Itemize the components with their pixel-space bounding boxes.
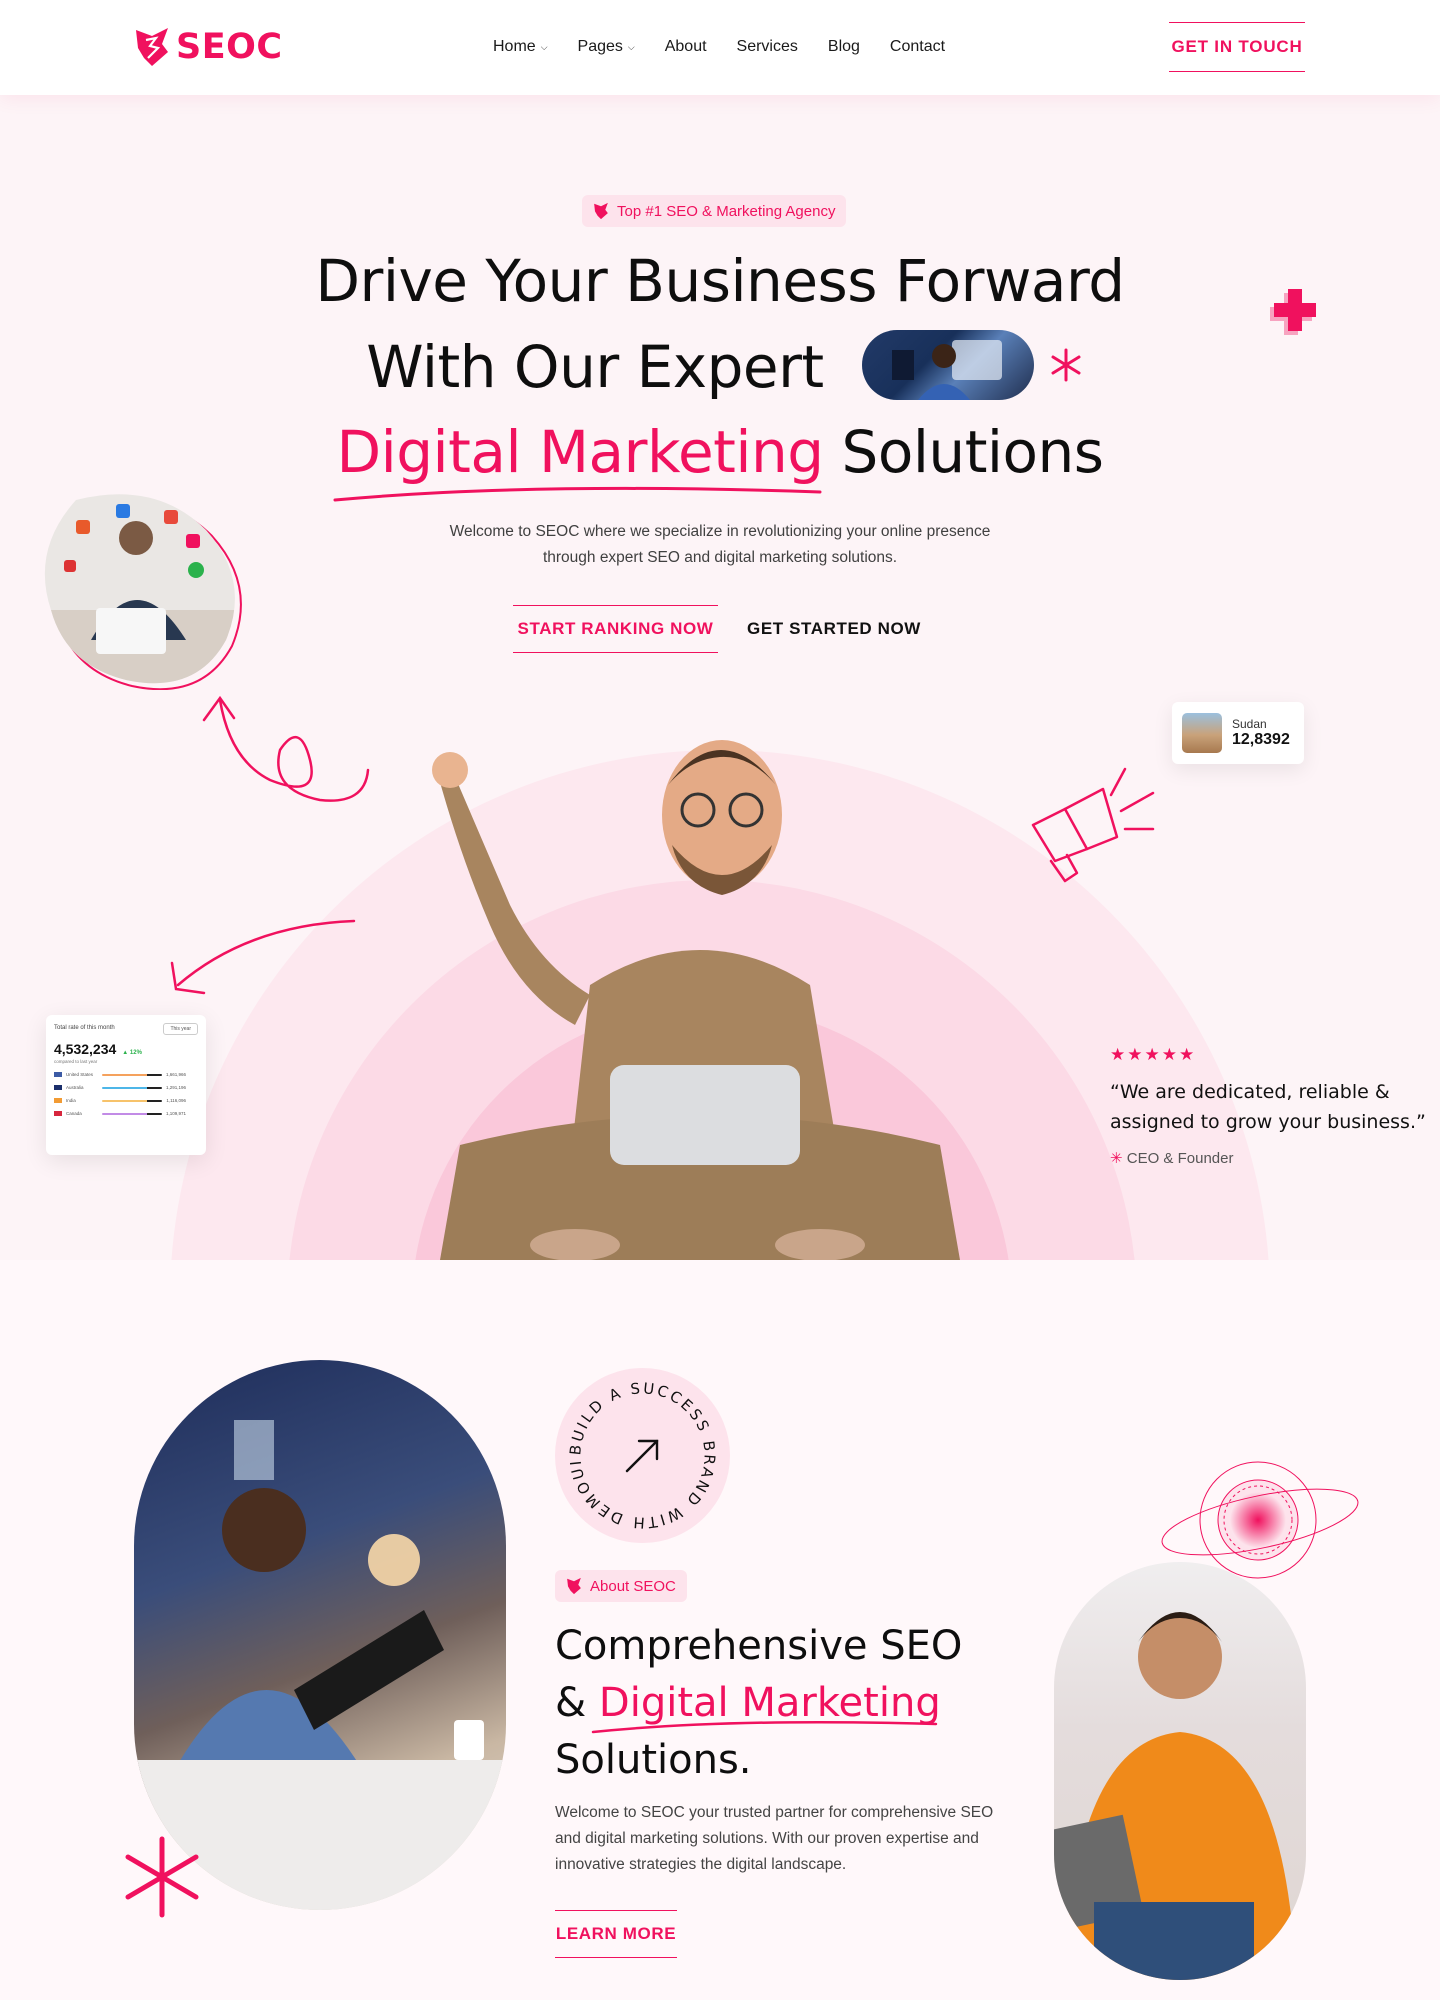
hero-heading-line3: Digital Marketing Solutions xyxy=(0,418,1440,486)
stats-change: ▲ 12% xyxy=(122,1050,142,1056)
location-thumbnail xyxy=(1182,713,1222,753)
chevron-down-icon: ⌵ xyxy=(627,42,635,52)
hero-heading-line1: Drive Your Business Forward xyxy=(315,247,1125,315)
stats-row: United States 1,661,966 xyxy=(54,1072,198,1077)
about-heading: Comprehensive SEO & Digital Marketing So… xyxy=(555,1618,1015,1789)
about-photo-right xyxy=(1054,1562,1306,1980)
get-in-touch-button[interactable]: GET IN TOUCH xyxy=(1169,22,1305,72)
hero-subtitle: Welcome to SEOC where we specialize in r… xyxy=(449,523,991,566)
stats-bar xyxy=(102,1086,162,1089)
about-section: BUILD A SUCCESS BRAND WITH DEMOUI About … xyxy=(0,1260,1440,2000)
nav-blog-label: Blog xyxy=(827,38,860,55)
asterisk-small-icon: ✳ xyxy=(1110,1150,1123,1167)
hero-pill-photo xyxy=(862,330,1034,400)
hero-heading-accent: Digital Marketing xyxy=(336,418,824,486)
stats-bar xyxy=(102,1099,162,1102)
brand-logo[interactable]: SEOC xyxy=(134,26,283,68)
review-author: ✳ CEO & Founder xyxy=(1110,1149,1430,1167)
hero-badge-text: Top #1 SEO & Marketing Agency xyxy=(617,202,836,220)
stats-country: United States xyxy=(66,1072,94,1077)
logo-small-icon xyxy=(594,202,608,220)
brand-name: SEOC xyxy=(176,27,283,67)
logo-small-icon xyxy=(567,1577,581,1595)
stats-bar xyxy=(102,1112,162,1115)
stats-value: 1,291,196 xyxy=(166,1085,187,1090)
about-underline-squiggle xyxy=(591,1720,938,1734)
plus-icon xyxy=(1270,289,1316,335)
stats-country: Australia xyxy=(66,1085,84,1090)
stats-bar xyxy=(102,1073,162,1076)
swoop-arrow-decoration xyxy=(170,919,356,995)
stats-country: Canada xyxy=(66,1111,82,1116)
review-block: ★★★★★ “We are dedicated, reliable & assi… xyxy=(1110,1045,1430,1167)
stats-country: India xyxy=(66,1098,76,1103)
location-card: Sudan 12,8392 xyxy=(1172,702,1304,764)
nav-contact[interactable]: Contact xyxy=(890,38,945,56)
about-badge-text: About SEOC xyxy=(590,1577,676,1595)
about-heading-part3: Solutions. xyxy=(555,1737,752,1783)
curly-arrow-decoration xyxy=(202,695,370,802)
rating-stars: ★★★★★ xyxy=(1110,1045,1197,1064)
nav-pages[interactable]: Pages ⌵ xyxy=(578,38,635,56)
flag-icon xyxy=(54,1072,62,1077)
stats-note: compared to last year xyxy=(54,1059,98,1064)
learn-more-button[interactable]: LEARN MORE xyxy=(555,1910,677,1958)
stats-period-select[interactable]: This year xyxy=(163,1023,198,1035)
asterisk-icon xyxy=(1051,348,1081,382)
hero-heading-line2: With Our Expert xyxy=(0,333,1440,401)
nav-about-label: About xyxy=(664,38,707,55)
stats-value: 1,116,096 xyxy=(166,1098,186,1103)
nav-home-label: Home xyxy=(493,38,536,55)
about-badge: About SEOC xyxy=(555,1570,687,1602)
stats-value: 1,109,971 xyxy=(166,1111,187,1116)
hero-heading-line2-text: With Our Expert xyxy=(366,333,824,401)
stats-value: 1,661,966 xyxy=(166,1072,187,1077)
hero-blob-photo xyxy=(44,494,242,690)
nav-pages-label: Pages xyxy=(577,38,623,55)
main-menu: Home ⌵ Pages ⌵ About Services Blog Contact xyxy=(493,38,945,56)
about-paragraph: Welcome to SEOC your trusted partner for… xyxy=(555,1804,994,1873)
about-heading-part1: Comprehensive SEO xyxy=(555,1623,963,1669)
flag-icon xyxy=(54,1098,62,1103)
stats-total: 4,532,234 ▲ 12% xyxy=(54,1041,198,1057)
nav-home[interactable]: Home ⌵ xyxy=(493,38,548,56)
location-name: Sudan xyxy=(1232,717,1267,731)
get-started-button[interactable]: GET STARTED NOW xyxy=(747,605,921,653)
logo-icon xyxy=(136,28,168,66)
stats-row: Australia 1,291,196 xyxy=(54,1085,198,1090)
location-value: 12,8392 xyxy=(1232,731,1290,748)
success-circle-badge[interactable]: BUILD A SUCCESS BRAND WITH DEMOUI xyxy=(555,1368,730,1543)
stats-row: India 1,116,096 xyxy=(54,1098,198,1103)
review-author-text: CEO & Founder xyxy=(1126,1150,1234,1167)
hero-badge: Top #1 SEO & Marketing Agency xyxy=(582,195,847,227)
arrow-up-right-icon xyxy=(625,1439,659,1473)
nav-about[interactable]: About xyxy=(665,38,707,56)
chevron-down-icon: ⌵ xyxy=(540,42,548,52)
flag-icon xyxy=(54,1111,62,1116)
stats-row: Canada 1,109,971 xyxy=(54,1111,198,1116)
stats-card: Total rate of this month This year 4,532… xyxy=(46,1015,206,1155)
stats-total-value: 4,532,234 xyxy=(54,1041,117,1057)
hero-section: Top #1 SEO & Marketing Agency Drive Your… xyxy=(0,95,1440,1260)
start-ranking-button[interactable]: START RANKING NOW xyxy=(513,605,718,653)
underline-squiggle xyxy=(333,486,822,502)
nav-blog[interactable]: Blog xyxy=(828,38,860,56)
top-navbar: SEOC Home ⌵ Pages ⌵ About Services Blog Co… xyxy=(0,0,1440,95)
nav-contact-label: Contact xyxy=(889,38,946,55)
hero-person-photo xyxy=(432,740,960,1260)
megaphone-icon xyxy=(1031,767,1155,883)
nav-services[interactable]: Services xyxy=(737,38,798,56)
asterisk-large-icon xyxy=(125,1836,199,1918)
stats-change-value: 12% xyxy=(129,1050,142,1056)
nav-services-label: Services xyxy=(736,38,798,55)
stats-rows: United States 1,661,966 Australia 1,291,196… xyxy=(54,1072,198,1116)
review-quote: “We are dedicated, reliable & assigned t… xyxy=(1110,1081,1426,1133)
flag-icon xyxy=(54,1085,62,1090)
about-photo-left xyxy=(134,1360,506,1910)
hero-heading-line3-rest: Solutions xyxy=(841,418,1105,486)
